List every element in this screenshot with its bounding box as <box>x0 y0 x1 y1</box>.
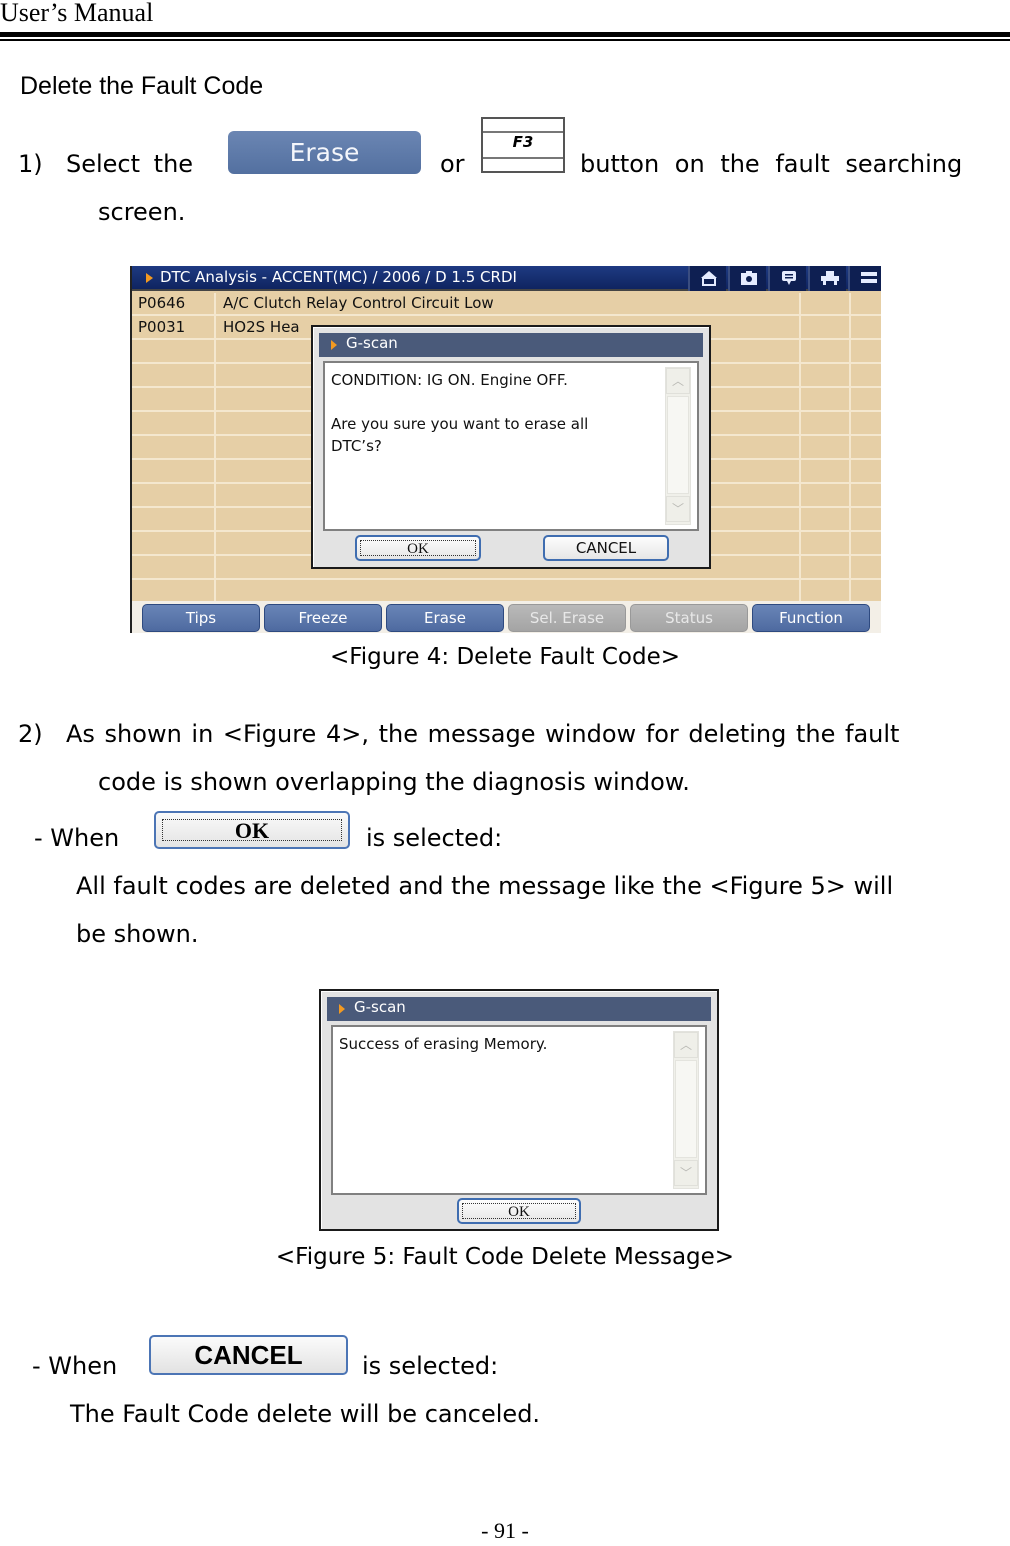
function-button-function[interactable]: Function <box>752 604 870 632</box>
menu-icon[interactable] <box>848 266 881 291</box>
vehicle-icon[interactable] <box>808 266 846 291</box>
inline-f3-key-icon: F3 <box>481 117 565 173</box>
manual-header-title: User’s Manual <box>0 0 154 27</box>
dialog-title: G-scan <box>354 998 406 1016</box>
header-rule-thick <box>0 32 1010 37</box>
dialog-message-area: CONDITION: IG ON. Engine OFF. Are you su… <box>323 361 699 531</box>
page-number: - 91 - <box>481 1518 529 1543</box>
figure4-dtc-analysis-screen: DTC Analysis - ACCENT(MC) / 2006 / D 1.5… <box>130 266 881 633</box>
dtc-description: A/C Clutch Relay Control Circuit Low <box>223 294 494 312</box>
dialog-titlebar: G-scan <box>319 333 703 357</box>
message-icon[interactable] <box>768 266 806 291</box>
inline-ok-button-image: OK <box>154 811 350 849</box>
dialog-arrow-icon <box>339 1004 345 1014</box>
dialog-message: Success of erasing Memory. <box>339 1035 548 1053</box>
inline-cancel-button-image: CANCEL <box>149 1335 348 1375</box>
scroll-track[interactable] <box>675 1060 697 1158</box>
function-button-bar: Tips Freeze Erase Sel. Erase Status Function <box>132 601 881 633</box>
step1-text-before: Select the <box>66 150 194 178</box>
step2-number: 2) <box>18 720 43 748</box>
function-button-tips[interactable]: Tips <box>142 604 260 632</box>
scroll-track[interactable] <box>667 396 689 494</box>
ok-button-label: OK <box>462 1203 576 1220</box>
section-title: Delete the Fault Code <box>20 72 264 100</box>
dialog-ok-button[interactable]: OK <box>457 1198 581 1224</box>
dialog-ok-button[interactable]: OK <box>355 535 481 561</box>
dtc-code: P0031 <box>138 318 186 336</box>
when-cancel-line1: The Fault Code delete will be canceled. <box>70 1400 541 1428</box>
inline-erase-button-image: Erase <box>228 131 421 174</box>
dialog-scrollbar[interactable]: ︿ ﹀ <box>673 1031 699 1189</box>
scroll-down-icon[interactable]: ﹀ <box>666 496 690 522</box>
home-icon[interactable] <box>688 266 726 291</box>
when-ok-line2: be shown. <box>76 920 199 948</box>
f3-key-label: F3 <box>512 133 534 151</box>
step1-continuation: screen. <box>98 198 186 226</box>
erase-confirm-dialog: G-scan CONDITION: IG ON. Engine OFF. Are… <box>311 325 711 569</box>
dtc-code: P0646 <box>138 294 186 312</box>
when-ok-prefix: - When <box>34 824 120 852</box>
scroll-up-icon[interactable]: ︿ <box>666 368 690 394</box>
dtc-table-row[interactable]: P0646 A/C Clutch Relay Control Circuit Lo… <box>132 293 881 316</box>
function-button-sel-erase[interactable]: Sel. Erase <box>508 604 626 632</box>
camera-icon[interactable] <box>728 266 766 291</box>
dialog-titlebar: G-scan <box>327 997 711 1021</box>
titlebar-arrow-icon <box>146 273 153 283</box>
step2-line1: As shown in <Figure 4>, the message wind… <box>66 720 900 748</box>
step1-text-after: button on the fault searching <box>580 150 963 178</box>
figure5-caption: <Figure 5: Fault Code Delete Message> <box>275 1244 735 1270</box>
inline-ok-label: OK <box>162 819 342 842</box>
function-button-status[interactable]: Status <box>630 604 748 632</box>
grid-column-divider <box>799 293 801 601</box>
step1-text-or: or <box>440 150 465 178</box>
when-ok-line1: All fault codes are deleted and the mess… <box>76 872 894 900</box>
scroll-up-icon[interactable]: ︿ <box>674 1032 698 1058</box>
dialog-cancel-button[interactable]: CANCEL <box>543 535 669 561</box>
step1-number: 1) <box>18 150 43 178</box>
scroll-down-icon[interactable]: ﹀ <box>674 1160 698 1186</box>
ok-button-label: OK <box>360 540 476 557</box>
dtc-titlebar: DTC Analysis - ACCENT(MC) / 2006 / D 1.5… <box>132 266 881 291</box>
when-ok-suffix: is selected: <box>366 824 503 852</box>
function-button-freeze[interactable]: Freeze <box>264 604 382 632</box>
grid-column-divider <box>849 293 851 601</box>
dialog-arrow-icon <box>331 340 337 350</box>
dialog-message-area: Success of erasing Memory. ︿ ﹀ <box>331 1025 707 1195</box>
dtc-window-title: DTC Analysis - ACCENT(MC) / 2006 / D 1.5… <box>160 268 517 286</box>
dialog-message: CONDITION: IG ON. Engine OFF. Are you su… <box>331 371 589 455</box>
function-button-erase[interactable]: Erase <box>386 604 504 632</box>
dialog-title: G-scan <box>346 334 398 352</box>
step2-line2: code is shown overlapping the diagnosis … <box>98 768 690 796</box>
dialog-scrollbar[interactable]: ︿ ﹀ <box>665 367 691 525</box>
when-cancel-prefix: - When <box>32 1352 118 1380</box>
figure4-caption: <Figure 4: Delete Fault Code> <box>329 644 681 670</box>
header-rule-thin <box>0 39 1010 41</box>
erase-success-dialog: G-scan Success of erasing Memory. ︿ ﹀ OK <box>319 989 719 1231</box>
when-cancel-suffix: is selected: <box>362 1352 499 1380</box>
dtc-description: HO2S Hea <box>223 318 300 336</box>
grid-column-divider <box>214 293 216 601</box>
